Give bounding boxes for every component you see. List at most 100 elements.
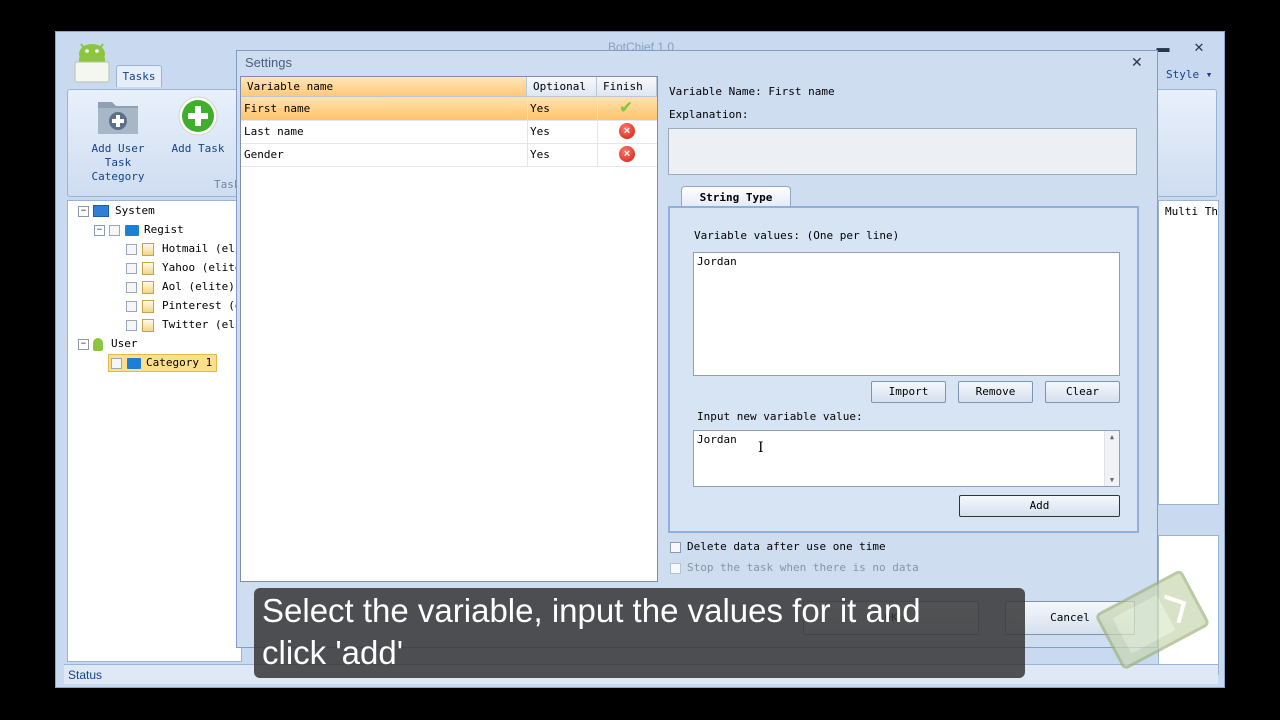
cell-name: First name <box>244 102 311 115</box>
tree-node-regist[interactable]: − Regist <box>94 222 184 238</box>
add-task-label: Add Task <box>171 142 225 155</box>
dialog-close-button[interactable]: ✕ <box>1131 54 1143 71</box>
tutorial-caption: Select the variable, input the values fo… <box>254 588 1025 678</box>
checkbox[interactable] <box>111 357 122 369</box>
cell-optional: Yes <box>530 125 550 138</box>
variable-name-label: Variable Name: First name <box>669 85 835 98</box>
scroll-down-icon[interactable]: ▼ <box>1105 474 1119 486</box>
column-header-optional[interactable]: Optional <box>527 77 597 97</box>
values-label: Variable values: (One per line) <box>694 229 900 242</box>
tree-node-user[interactable]: − User <box>78 336 138 352</box>
input-label: Input new variable value: <box>697 410 863 423</box>
error-icon: × <box>619 123 635 139</box>
checkbox[interactable] <box>670 562 681 574</box>
cell-optional: Yes <box>530 102 550 115</box>
checkbox-label: Delete data after use one time <box>687 540 886 553</box>
add-task-button[interactable]: Add Task <box>166 96 230 156</box>
error-icon: × <box>619 146 635 162</box>
folder-add-icon <box>98 102 138 134</box>
checkbox[interactable] <box>126 243 137 255</box>
checkbox[interactable] <box>126 319 137 331</box>
check-icon: ✔ <box>619 98 634 118</box>
style-menu[interactable]: Style ▾ <box>1166 68 1212 81</box>
add-button[interactable]: Add <box>959 495 1120 517</box>
collapse-icon[interactable]: − <box>94 224 105 236</box>
lock-icon <box>142 242 154 256</box>
tree-node-item[interactable]: Twitter (eli <box>126 317 241 333</box>
add-user-label-2: Task Category <box>91 156 145 183</box>
clear-button[interactable]: Clear <box>1045 381 1120 403</box>
tree-node-item[interactable]: Pinterest (e <box>126 298 241 314</box>
collapse-icon[interactable]: − <box>78 205 89 217</box>
variable-grid: Variable name Optional Finish First name… <box>240 76 658 582</box>
tree-node-item[interactable]: Hotmail (eli <box>126 241 241 257</box>
tree-label: Aol (elite) <box>162 280 235 293</box>
folder-icon <box>127 357 141 369</box>
add-user-task-category-button[interactable]: Add User Task Category <box>82 96 154 184</box>
tree-label-regist: Regist <box>144 223 184 236</box>
lock-icon <box>142 261 154 275</box>
scroll-up-icon[interactable]: ▲ <box>1105 431 1119 443</box>
folder-icon <box>125 224 139 236</box>
caption-line-2: click 'add' <box>262 634 403 671</box>
app-logo <box>74 43 110 83</box>
column-header-name[interactable]: Variable name <box>241 77 527 97</box>
scrollbar[interactable]: ▲ ▼ <box>1104 431 1119 486</box>
checkbox[interactable] <box>670 541 681 553</box>
cell-optional: Yes <box>530 148 550 161</box>
tree-label: Yahoo (elite <box>162 261 242 274</box>
dialog-title: Settings <box>245 55 292 70</box>
user-icon <box>93 337 103 351</box>
tree-node-category[interactable]: Category 1 <box>108 354 218 372</box>
tree-label-system: System <box>115 204 155 217</box>
tree-label: Pinterest (e <box>162 299 242 312</box>
tree-label: Twitter (eli <box>162 318 242 331</box>
lock-icon <box>142 299 154 313</box>
column-header-multi-thread: Multi Th <box>1165 205 1218 218</box>
tree-node-system[interactable]: − System <box>78 203 155 219</box>
column-header-finish[interactable]: Finish <box>597 77 657 97</box>
tree-node-item[interactable]: Aol (elite) <box>126 279 235 295</box>
explanation-label: Explanation: <box>669 108 749 121</box>
tree-label-category: Category 1 <box>146 356 213 369</box>
tree-label-user: User <box>111 337 138 350</box>
variable-row-gender[interactable]: Gender Yes × <box>241 143 657 167</box>
tree-label: Hotmail (eli <box>162 242 242 255</box>
column-divider <box>597 97 598 166</box>
checkbox[interactable] <box>126 262 137 274</box>
explanation-box[interactable] <box>668 128 1137 175</box>
task-list-panel: Multi Th <box>1158 200 1219 505</box>
tab-string-type[interactable]: String Type <box>681 186 791 207</box>
delete-after-use-checkbox[interactable]: Delete data after use one time <box>670 540 886 553</box>
close-button[interactable]: ✕ <box>1190 40 1208 56</box>
checkbox[interactable] <box>109 224 120 236</box>
column-divider <box>527 97 528 166</box>
new-value-text: Jordan <box>697 433 737 446</box>
monitor-icon <box>93 205 109 217</box>
tree-node-item[interactable]: Yahoo (elite <box>126 260 241 276</box>
variable-row-first-name[interactable]: First name Yes ✔ <box>241 97 657 121</box>
film-watermark-icon <box>1096 570 1209 669</box>
plus-circle-icon <box>178 96 218 136</box>
new-value-input[interactable]: Jordan ▲ ▼ I <box>693 430 1120 487</box>
tab-tasks[interactable]: Tasks <box>116 65 162 87</box>
cell-name: Gender <box>244 148 284 161</box>
variable-row-last-name[interactable]: Last name Yes × <box>241 120 657 144</box>
caption-line-1: Select the variable, input the values fo… <box>262 592 921 629</box>
variable-values-list[interactable]: Jordan <box>693 252 1120 376</box>
import-button[interactable]: Import <box>871 381 946 403</box>
text-cursor-icon: I <box>758 440 764 456</box>
checkbox[interactable] <box>126 300 137 312</box>
checkbox-label: Stop the task when there is no data <box>687 561 919 574</box>
checkbox[interactable] <box>126 281 137 293</box>
collapse-icon[interactable]: − <box>78 338 89 350</box>
settings-dialog: Settings ✕ Variable name Optional Finish… <box>236 50 1158 648</box>
task-tree: − System − Regist Hotmail (eli Yahoo (elit… <box>67 200 242 662</box>
cell-name: Last name <box>244 125 304 138</box>
add-user-label-1: Add User <box>91 142 145 155</box>
remove-button[interactable]: Remove <box>958 381 1033 403</box>
stop-no-data-checkbox[interactable]: Stop the task when there is no data <box>670 561 919 574</box>
lock-icon <box>142 318 154 332</box>
lock-icon <box>142 280 154 294</box>
string-type-panel: Variable values: (One per line) Jordan I… <box>668 206 1139 533</box>
